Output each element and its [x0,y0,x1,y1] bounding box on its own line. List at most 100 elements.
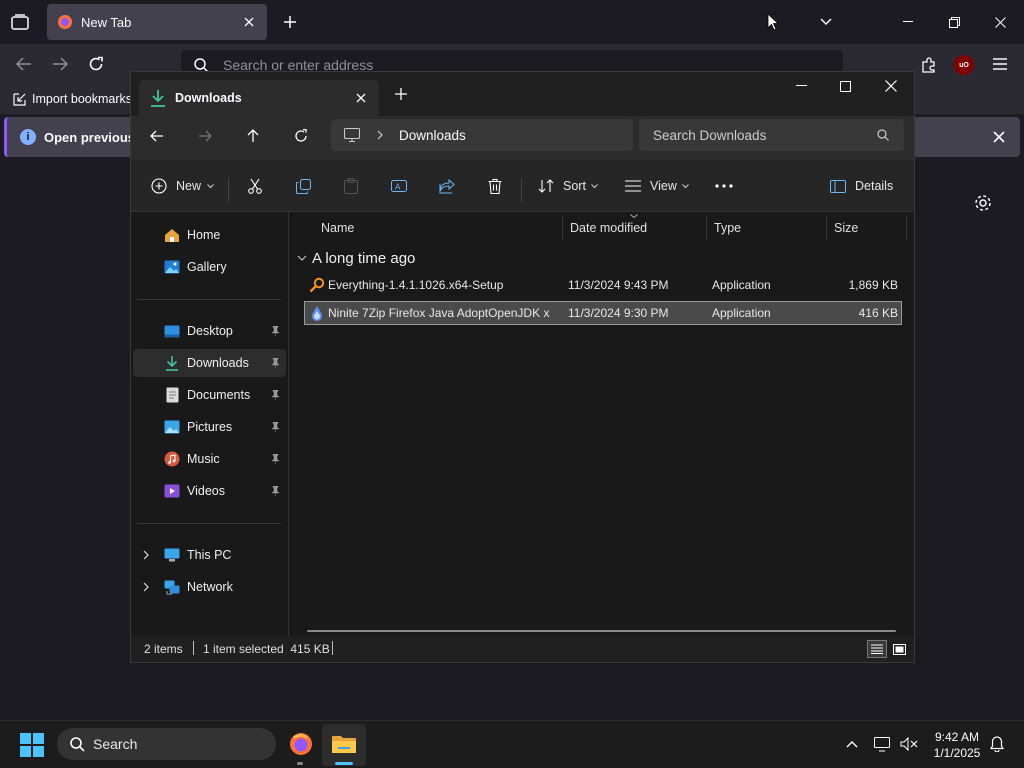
sidebar-label-this-pc: This PC [187,548,232,562]
import-icon [12,92,26,106]
sort-icon [537,178,555,194]
network-status-icon[interactable] [873,734,893,754]
start-icon[interactable] [18,731,46,759]
explorer-forward-icon[interactable] [195,126,215,146]
taskbar-search-box[interactable]: Search [57,728,276,760]
taskbar-firefox-icon[interactable] [287,730,315,758]
share-icon[interactable] [437,176,457,196]
explorer-up-icon[interactable] [243,126,263,146]
explorer-minimize-icon[interactable] [791,76,811,96]
tab-overview-icon[interactable] [10,12,30,32]
close-tab-icon[interactable] [241,14,257,30]
delete-icon[interactable] [485,176,505,196]
clock[interactable]: 9:42 AM 1/1/2025 [926,729,988,761]
column-header-size[interactable]: Size [827,216,907,240]
details-pane-button[interactable]: Details [829,172,893,200]
breadcrumb-downloads[interactable]: Downloads [399,128,466,143]
sidebar-item-pictures[interactable]: Pictures [133,413,286,441]
large-icons-view-icon[interactable] [889,640,909,658]
column-header-name[interactable]: Name [314,216,563,240]
sidebar-label-downloads: Downloads [187,356,249,370]
column-header-type[interactable]: Type [707,216,827,240]
sidebar-label-pictures: Pictures [187,420,233,434]
sidebar-item-this-pc[interactable]: This PC [133,541,286,569]
new-button[interactable]: New [150,172,215,200]
new-tab-icon[interactable] [280,12,300,32]
explorer-back-icon[interactable] [147,126,167,146]
sidebar-item-network[interactable]: Network [133,573,286,601]
explorer-tab-title: Downloads [175,91,242,105]
notification-bell-icon[interactable] [987,734,1007,754]
navigation-pane: Home Gallery Desktop Downloads Documents… [131,212,289,636]
reload-icon[interactable] [86,54,106,74]
explorer-search-box[interactable]: Search Downloads [639,119,904,151]
file-list-pane: Name Date modified Type Size A long time… [290,212,914,636]
sidebar-label-network: Network [187,580,233,594]
sidebar-label-desktop: Desktop [187,324,233,338]
pin-icon [270,454,280,464]
explorer-maximize-icon[interactable] [835,76,855,96]
explorer-search-icon [876,128,890,142]
copy-icon[interactable] [293,176,313,196]
expand-chevron-icon[interactable] [141,581,151,593]
sidebar-item-music[interactable]: Music [133,445,286,473]
explorer-refresh-icon[interactable] [291,126,311,146]
documents-icon [163,386,181,404]
import-bookmarks-button[interactable]: Import bookmarks [12,90,132,108]
sidebar-divider [137,523,281,524]
view-button[interactable]: View [624,172,691,200]
paste-icon[interactable] [341,176,361,196]
file-row[interactable]: Everything-1.4.1.1026.x64-Setup 11/3/202… [304,273,902,297]
explorer-new-tab-icon[interactable] [393,86,409,102]
sidebar-item-desktop[interactable]: Desktop [133,317,286,345]
explorer-tab[interactable]: Downloads [139,80,379,116]
sidebar-item-home[interactable]: Home [133,221,286,249]
group-header[interactable]: A long time ago [296,248,415,268]
more-options-icon[interactable] [713,176,735,196]
breadcrumb-chevron-icon[interactable] [375,129,385,141]
back-icon[interactable] [14,54,34,74]
menu-icon[interactable] [990,54,1010,74]
forward-icon[interactable] [50,54,70,74]
pin-icon [270,326,280,336]
volume-muted-icon[interactable] [899,734,919,754]
close-infobar-icon[interactable] [988,126,1010,148]
sidebar-label-music: Music [187,452,220,466]
group-header-label: A long time ago [312,249,416,267]
browser-tab[interactable]: New Tab [47,4,267,40]
sort-button[interactable]: Sort [537,172,600,200]
show-hidden-icons-icon[interactable] [842,734,862,754]
explorer-close-icon[interactable] [881,76,901,96]
sidebar-item-documents[interactable]: Documents [133,381,286,409]
file-size: 416 KB [858,306,898,320]
extensions-icon[interactable] [918,54,940,76]
expand-chevron-icon[interactable] [141,549,151,561]
explorer-address-bar[interactable]: Downloads [331,119,633,151]
downloads-icon [163,354,181,372]
column-header-date[interactable]: Date modified [563,214,707,240]
pin-icon [270,390,280,400]
details-view-icon[interactable] [867,640,887,658]
minimize-icon[interactable] [898,12,918,32]
close-explorer-tab-icon[interactable] [353,90,369,106]
taskbar-file-explorer-icon[interactable] [330,730,358,758]
pin-icon [270,486,280,496]
settings-icon[interactable] [972,192,994,214]
info-icon: i [20,129,36,145]
clock-time: 9:42 AM [934,730,980,744]
rename-icon[interactable]: A [389,176,409,196]
list-all-tabs-icon[interactable] [816,12,836,32]
restore-icon[interactable] [944,12,964,32]
sidebar-item-videos[interactable]: Videos [133,477,286,505]
horizontal-scrollbar[interactable] [307,630,896,632]
close-window-icon[interactable] [990,12,1010,32]
file-name: Ninite 7Zip Firefox Java AdoptOpenJDK x.… [328,306,550,320]
desktop-icon [163,322,181,340]
ublock-origin-icon[interactable]: uO [954,55,974,75]
column-size-label: Size [834,221,859,235]
file-row[interactable]: Ninite 7Zip Firefox Java AdoptOpenJDK x.… [304,301,902,325]
file-size: 1,869 KB [848,278,898,292]
sidebar-item-gallery[interactable]: Gallery [133,253,286,281]
cut-icon[interactable] [245,176,265,196]
sidebar-item-downloads[interactable]: Downloads [133,349,286,377]
